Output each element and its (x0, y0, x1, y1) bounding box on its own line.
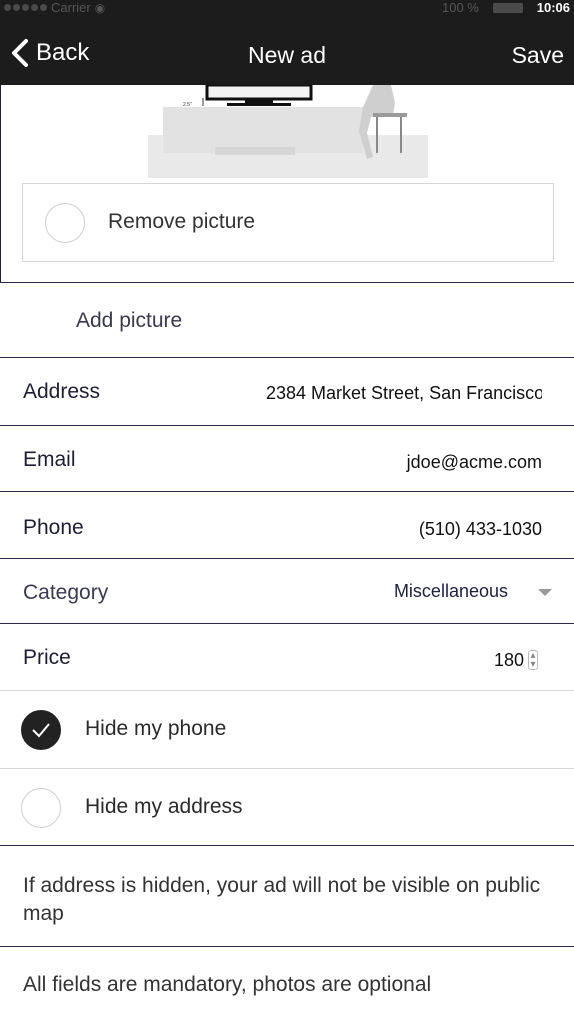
status-bar: Carrier ◉ 100 % 10:06 (0, 0, 574, 18)
hide-phone-option[interactable]: Hide my phone (0, 690, 574, 768)
mandatory-note-text: All fields are mandatory, photos are opt… (23, 973, 432, 996)
top-bar: Carrier ◉ 100 % 10:06 Back New ad Save (0, 0, 574, 85)
email-input[interactable]: jdoe@acme.com (407, 452, 542, 473)
category-label: Category (23, 581, 109, 604)
hide-address-option[interactable]: Hide my address (0, 768, 574, 845)
price-stepper[interactable]: ▴ ▾ (528, 650, 538, 670)
remove-picture-radio[interactable] (45, 203, 85, 243)
address-row: Address 2384 Market Street, San Francisc… (0, 357, 574, 425)
phone-row: Phone (510) 433-1030 (0, 491, 574, 559)
wifi-icon: ◉ (94, 0, 106, 15)
battery-icon (493, 3, 523, 13)
chevron-down-icon (538, 589, 552, 596)
hide-address-label: Hide my address (85, 795, 243, 818)
ad-picture: 2.5" (0, 85, 574, 183)
chevron-left-icon (12, 39, 28, 67)
save-button[interactable]: Save (512, 42, 564, 69)
price-row: Price 180 ▴ ▾ (0, 623, 574, 691)
remove-picture-label: Remove picture (108, 210, 256, 233)
remove-picture-option[interactable]: Remove picture (22, 183, 554, 262)
back-button[interactable]: Back (10, 38, 89, 68)
status-time: 10:06 (536, 0, 570, 15)
price-label: Price (23, 646, 71, 669)
add-picture-button[interactable]: Add picture (0, 282, 574, 358)
dimension-label: 2.5" (183, 102, 192, 108)
price-input[interactable]: 180 (494, 650, 524, 671)
address-input[interactable]: 2384 Market Street, San Francisco (266, 383, 542, 404)
signal-icon (4, 4, 47, 11)
email-label: Email (23, 448, 76, 471)
address-hidden-note: If address is hidden, your ad will not b… (0, 845, 574, 947)
category-select[interactable]: Category Miscellaneous (0, 558, 574, 624)
hide-address-checkbox[interactable] (21, 788, 61, 828)
address-hidden-note-text: If address is hidden, your ad will not b… (23, 874, 541, 925)
carrier-info: Carrier ◉ (4, 0, 105, 15)
email-row: Email jdoe@acme.com (0, 425, 574, 492)
add-picture-label: Add picture (76, 309, 183, 332)
category-value: Miscellaneous (393, 581, 508, 601)
battery-percent: 100 % (442, 0, 479, 15)
address-label: Address (23, 380, 101, 403)
carrier-label: Carrier (51, 0, 91, 15)
hide-phone-checkbox[interactable] (21, 710, 61, 750)
navigation-bar: Back New ad Save (0, 18, 574, 85)
checkmark-icon (32, 723, 50, 738)
furniture-image: 2.5" (148, 85, 428, 178)
phone-input[interactable]: (510) 433-1030 (419, 519, 542, 540)
mandatory-note: All fields are mandatory, photos are opt… (0, 946, 574, 1020)
hide-phone-label: Hide my phone (85, 717, 227, 740)
phone-label: Phone (23, 516, 84, 539)
back-label: Back (36, 39, 90, 66)
